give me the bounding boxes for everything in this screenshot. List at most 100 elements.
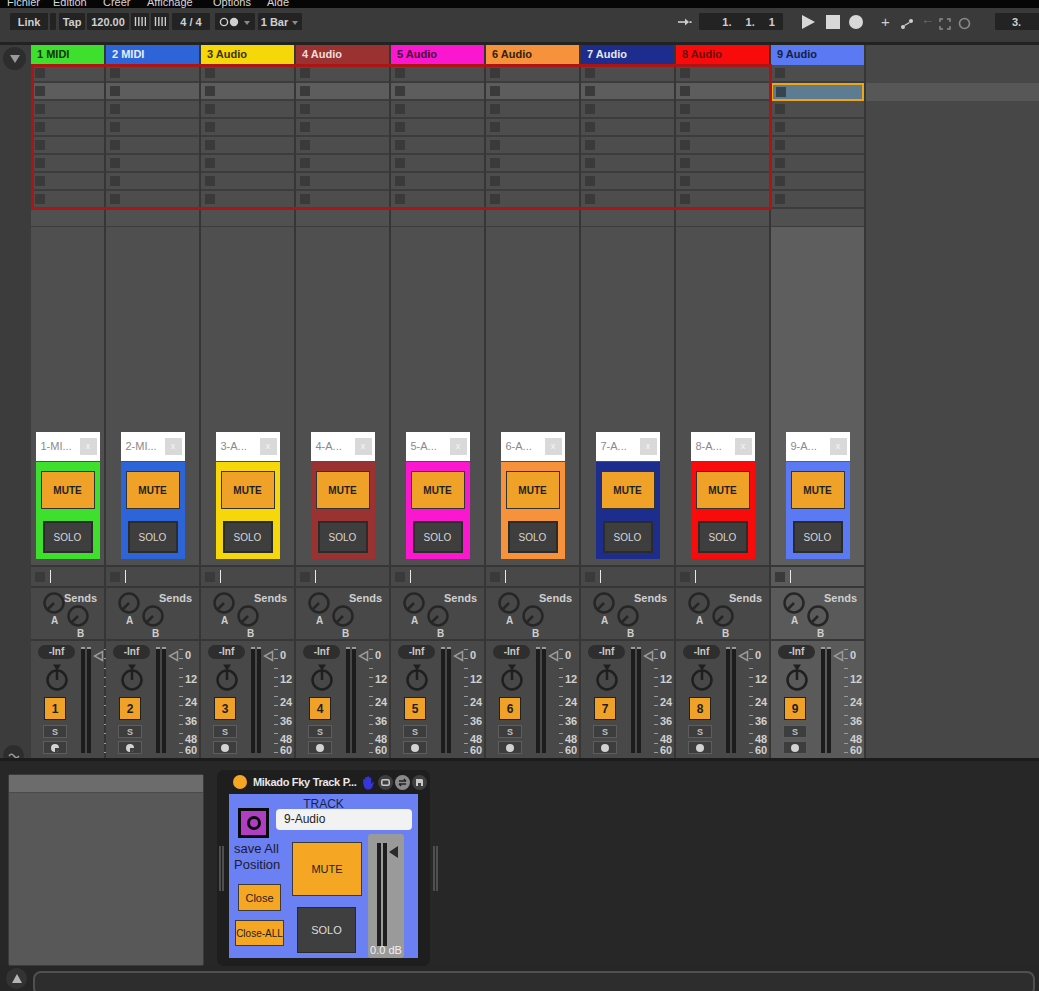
track-header[interactable]: 9 Audio xyxy=(771,45,864,65)
clip-stop-button[interactable] xyxy=(585,176,595,186)
clip-slot[interactable] xyxy=(31,191,104,209)
solo-button[interactable]: SOLO xyxy=(698,521,748,553)
device-window-titlebar[interactable]: 8-A...x xyxy=(691,432,755,461)
device-window-titlebar[interactable]: 7-A...x xyxy=(596,432,660,461)
clip-stop-button[interactable] xyxy=(205,68,215,78)
clip-stop-button[interactable] xyxy=(680,122,690,132)
clip-stop-button[interactable] xyxy=(585,86,595,96)
clip-stop-button[interactable] xyxy=(585,194,595,204)
arrangement-position-field[interactable]: 1. 1. 1 xyxy=(699,13,783,30)
clip-stop-button[interactable] xyxy=(776,87,786,97)
clip-stop-button[interactable] xyxy=(680,86,690,96)
clip-stop-button[interactable] xyxy=(395,176,405,186)
clip-stop-button[interactable] xyxy=(490,86,500,96)
solo-cue-button[interactable]: S xyxy=(688,725,712,738)
solo-button[interactable]: SOLO xyxy=(413,521,463,553)
solo-cue-button[interactable]: S xyxy=(43,725,67,738)
volume-handle-icon[interactable] xyxy=(548,648,559,666)
clip-slot[interactable] xyxy=(201,119,294,137)
solo-button[interactable]: SOLO xyxy=(603,521,653,553)
clip-slot[interactable] xyxy=(581,83,674,101)
clip-stop-button[interactable] xyxy=(205,194,215,204)
clip-stop-button[interactable] xyxy=(395,68,405,78)
volume-handle-icon[interactable] xyxy=(453,648,464,666)
solo-button[interactable]: SOLO xyxy=(318,521,368,553)
device-window-close-button[interactable]: x xyxy=(80,438,97,455)
clip-slot[interactable] xyxy=(31,101,104,119)
clip-stop-button[interactable] xyxy=(490,140,500,150)
empty-scene-row[interactable] xyxy=(31,209,104,227)
draw-mode-icon[interactable] xyxy=(900,16,914,34)
clip-slot[interactable] xyxy=(201,173,294,191)
clip-slot[interactable] xyxy=(581,101,674,119)
empty-scene-row[interactable] xyxy=(771,209,864,227)
pan-knob[interactable] xyxy=(592,663,622,697)
clip-slot[interactable] xyxy=(391,155,484,173)
clip-stop-button[interactable] xyxy=(110,104,120,114)
presentation-mode-icon[interactable] xyxy=(378,775,393,790)
clip-stop-button[interactable] xyxy=(300,194,310,204)
clip-stop-button[interactable] xyxy=(300,68,310,78)
menu-affichage[interactable]: Affichage xyxy=(147,0,193,8)
clip-slot[interactable] xyxy=(391,191,484,209)
clip-stop-button[interactable] xyxy=(775,140,785,150)
device-window-titlebar[interactable]: 4-A...x xyxy=(311,432,375,461)
arm-button[interactable] xyxy=(783,741,807,754)
clip-stop-button[interactable] xyxy=(110,158,120,168)
nudge-up-button[interactable] xyxy=(151,13,169,30)
clip-slot[interactable] xyxy=(676,65,769,83)
stop-all-clips-button[interactable] xyxy=(35,572,45,582)
device-window-close-button[interactable]: x xyxy=(165,438,182,455)
clip-stop-button[interactable] xyxy=(490,104,500,114)
empty-scene-row[interactable] xyxy=(296,209,389,227)
empty-scene-row[interactable] xyxy=(486,209,579,227)
back-to-arrangement-icon[interactable]: ← xyxy=(921,12,934,27)
clip-stop-button[interactable] xyxy=(490,176,500,186)
device-title-bar[interactable]: Mikado Fky Track P... xyxy=(217,770,430,794)
device-on-toggle[interactable] xyxy=(233,775,247,789)
solo-button[interactable]: SOLO xyxy=(793,521,843,553)
clip-stop-button[interactable] xyxy=(395,104,405,114)
track-header[interactable]: 1 MIDI xyxy=(31,45,104,65)
peak-level-display[interactable]: -Inf xyxy=(683,645,720,659)
clip-stop-button[interactable] xyxy=(300,140,310,150)
clip-slot[interactable] xyxy=(296,137,389,155)
clip-slot[interactable] xyxy=(201,191,294,209)
clip-slot[interactable] xyxy=(201,83,294,101)
clip-stop-button[interactable] xyxy=(585,140,595,150)
clip-stop-button[interactable] xyxy=(775,104,785,114)
nudge-down-button[interactable] xyxy=(131,13,149,30)
empty-scene-row[interactable] xyxy=(676,209,769,227)
mute-button[interactable]: MUTE xyxy=(41,471,95,509)
solo-cue-button[interactable]: S xyxy=(593,725,617,738)
device-window-close-button[interactable]: x xyxy=(735,438,752,455)
pan-knob[interactable] xyxy=(307,663,337,697)
clip-stop-button[interactable] xyxy=(300,104,310,114)
track-activator-button[interactable]: 9 xyxy=(784,697,806,720)
quantization-menu[interactable]: 1 Bar xyxy=(258,13,302,30)
clip-slot[interactable] xyxy=(486,83,579,101)
solo-cue-button[interactable]: S xyxy=(498,725,522,738)
clip-stop-button[interactable] xyxy=(680,158,690,168)
clip-slot[interactable] xyxy=(676,101,769,119)
device-window-close-button[interactable]: x xyxy=(355,438,372,455)
clip-slot[interactable] xyxy=(581,137,674,155)
new-midi-track-icon[interactable]: + xyxy=(881,13,890,30)
clip-stop-button[interactable] xyxy=(110,140,120,150)
follow-button[interactable] xyxy=(676,13,693,30)
device-window-titlebar[interactable]: 6-A...x xyxy=(501,432,565,461)
track-activator-button[interactable]: 4 xyxy=(309,697,331,720)
clip-stop-button[interactable] xyxy=(35,194,45,204)
clip-stop-button[interactable] xyxy=(300,86,310,96)
clip-stop-button[interactable] xyxy=(490,158,500,168)
time-signature-field[interactable]: 4 / 4 xyxy=(172,13,210,30)
save-preset-icon[interactable] xyxy=(412,775,427,790)
peak-level-display[interactable]: -Inf xyxy=(588,645,625,659)
peak-level-display[interactable]: -Inf xyxy=(113,645,150,659)
clip-stop-button[interactable] xyxy=(110,86,120,96)
mute-button[interactable]: MUTE xyxy=(221,471,275,509)
clip-stop-button[interactable] xyxy=(680,194,690,204)
arm-button[interactable] xyxy=(688,741,712,754)
stop-all-clips-button[interactable] xyxy=(585,572,595,582)
solo-button[interactable]: SOLO xyxy=(223,521,273,553)
